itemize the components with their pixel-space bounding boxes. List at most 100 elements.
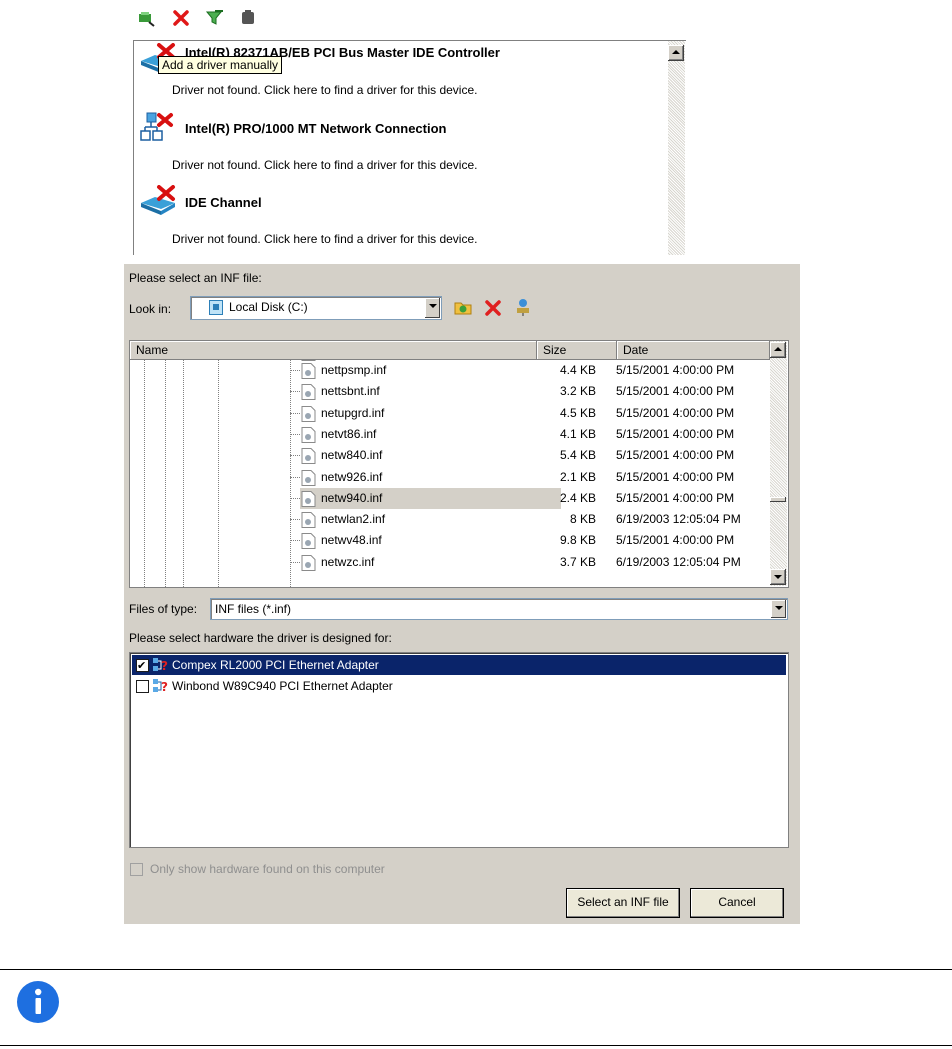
chevron-down-icon[interactable] [771,600,786,618]
delete-icon[interactable] [171,8,191,28]
drive-icon [209,300,223,315]
ide-channel-error-icon [139,185,179,219]
scroll-down-button[interactable] [770,569,786,585]
device-status-link[interactable]: Driver not found. Click here to find a d… [172,83,477,97]
file-date: 5/15/2001 4:00:00 PM [616,405,735,420]
chevron-down-icon[interactable] [425,298,440,318]
file-size: 3.7 KB [559,554,596,569]
filter-icon[interactable] [205,8,225,28]
scroll-up-button[interactable] [668,45,684,61]
file-date: 5/15/2001 4:00:00 PM [616,363,735,377]
files-of-type-label: Files of type: [129,602,198,616]
inf-file-icon [301,363,316,379]
hardware-list[interactable]: ? Compex RL2000 PCI Ethernet Adapter ? W… [129,652,789,848]
file-row[interactable]: netw926.inf 2.1 KB 5/15/2001 4:00:00 PM [130,467,770,488]
only-show-label: Only show hardware found on this compute… [150,862,385,876]
file-date: 5/15/2001 4:00:00 PM [616,448,735,463]
network-error-icon [139,111,179,145]
file-date: 5/15/2001 4:00:00 PM [616,490,735,505]
tree-connector [290,497,300,499]
tree-connector [290,455,300,457]
file-name: nettsbnt.inf [321,384,380,399]
hardware-item[interactable]: ? Compex RL2000 PCI Ethernet Adapter [132,655,786,676]
file-name: nettpsmp.inf [321,363,387,377]
scroll-thumb[interactable] [770,497,786,502]
inf-file-icon [301,426,316,443]
column-header-date[interactable]: Date [617,341,770,360]
file-size: 4.4 KB [559,363,596,377]
file-row[interactable]: netw940.inf 2.4 KB 5/15/2001 4:00:00 PM [130,487,770,509]
file-row[interactable]: netw840.inf 5.4 KB 5/15/2001 4:00:00 PM [130,445,770,466]
file-name: netw940.inf [300,487,561,509]
hardware-checkbox[interactable] [136,680,149,693]
hardware-item[interactable]: ? Winbond W89C940 PCI Ethernet Adapter [132,676,786,696]
only-show-checkbox[interactable] [130,863,143,876]
divider [0,969,952,970]
select-inf-dialog: Please select an INF file: Look in: Loca… [124,264,800,924]
inf-file-icon [301,512,316,529]
look-in-value: Local Disk (C:) [229,300,308,314]
delete-file-icon[interactable] [484,299,502,317]
hardware-checkbox[interactable] [136,656,149,676]
file-name: netwlan2.inf [321,512,386,527]
file-size: 2.4 KB [559,490,596,505]
inf-file-icon [301,448,316,465]
inf-file-icon [301,384,316,401]
device-scrollbar[interactable] [668,41,685,255]
inf-file-icon [301,554,316,571]
hardware-name: Winbond W89C940 PCI Ethernet Adapter [172,679,393,693]
column-header-size[interactable]: Size [537,341,617,360]
cancel-button[interactable]: Cancel [690,888,784,918]
file-size: 9.8 KB [559,533,596,548]
file-size: 8 KB [569,512,596,527]
inf-file-icon [301,533,316,550]
info-icon [15,979,61,1025]
file-size: 4.5 KB [559,405,596,420]
dialog-prompt: Please select an INF file: [129,271,262,285]
file-list-scrollbar[interactable] [770,341,787,586]
select-inf-file-button[interactable]: Select an INF file [566,888,680,918]
tree-connector [290,540,300,542]
file-row[interactable]: netvt86.inf 4.1 KB 5/15/2001 4:00:00 PM [130,424,770,445]
device-status-link[interactable]: Driver not found. Click here to find a d… [172,232,477,246]
look-in-dropdown[interactable]: Local Disk (C:) [190,296,442,320]
file-size: 2.1 KB [559,469,596,484]
new-folder-icon[interactable] [454,298,472,316]
file-list[interactable]: Name Size Date netpro.inf5.0 KB5/15/2001… [129,340,789,588]
hardware-prompt: Please select hardware the driver is des… [129,631,392,645]
file-row[interactable]: netwzc.inf 3.7 KB 6/19/2003 12:05:04 PM [130,552,770,573]
inf-file-icon [301,469,316,486]
file-row[interactable]: netwlan2.inf 8 KB 6/19/2003 12:05:04 PM [130,509,770,530]
file-size: 4.1 KB [559,426,596,441]
chip-icon[interactable] [238,8,258,28]
network-drive-icon[interactable] [514,298,532,316]
file-name: netw926.inf [321,469,383,484]
device-title[interactable]: Intel(R) PRO/1000 MT Network Connection [185,121,446,136]
file-date: 5/15/2001 4:00:00 PM [616,533,735,548]
file-date: 5/15/2001 4:00:00 PM [616,384,735,399]
device-title[interactable]: IDE Channel [185,195,262,210]
device-status-link[interactable]: Driver not found. Click here to find a d… [172,158,477,172]
divider [0,1045,952,1046]
tree-connector [290,561,300,563]
file-row[interactable]: netwv48.inf 9.8 KB 5/15/2001 4:00:00 PM [130,530,770,551]
tree-connector [290,433,300,435]
look-in-label: Look in: [129,302,172,316]
file-row[interactable]: nettpsmp.inf 4.4 KB 5/15/2001 4:00:00 PM [130,360,770,381]
tree-connector [290,412,300,414]
file-row[interactable]: nettsbnt.inf 3.2 KB 5/15/2001 4:00:00 PM [130,381,770,402]
add-driver-icon[interactable] [137,8,157,28]
column-header-name[interactable]: Name [130,341,537,360]
scroll-up-button[interactable] [770,342,786,358]
file-name: netvt86.inf [321,426,377,441]
svg-text:?: ? [161,680,168,694]
file-date: 6/19/2003 12:05:04 PM [616,512,741,527]
files-of-type-dropdown[interactable]: INF files (*.inf) [210,598,788,620]
inf-file-icon [301,405,316,422]
file-name: netw840.inf [321,448,383,463]
tree-connector [290,391,300,393]
file-name: netwzc.inf [321,554,375,569]
file-row[interactable]: netupgrd.inf 4.5 KB 5/15/2001 4:00:00 PM [130,403,770,424]
tree-connector [290,519,300,521]
svg-text:?: ? [161,659,168,673]
